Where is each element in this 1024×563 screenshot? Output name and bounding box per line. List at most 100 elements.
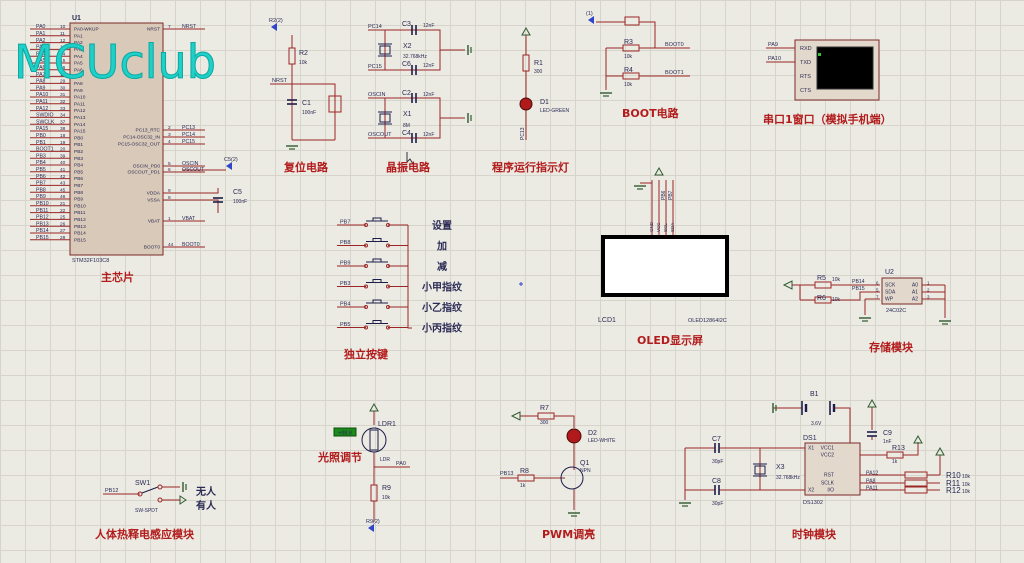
mcu-net-label: PB14	[36, 228, 49, 234]
oled-power-symbol	[654, 166, 664, 176]
mcu-net-label: PB10	[36, 201, 49, 207]
d2-value: LED-WHITE	[588, 438, 616, 444]
rtc-pullup-resistor	[904, 479, 928, 487]
mcu-pin-name: PB7	[74, 183, 83, 189]
reset-net-label: NRST	[272, 78, 288, 84]
eeprom-pin-name: SCK	[885, 283, 896, 289]
oled-net-label: PB7	[668, 190, 674, 200]
mcu-pin-name: PB13	[74, 224, 86, 230]
rtc-pullup-value: 10k	[962, 474, 971, 480]
mcu-net-label: PA3	[36, 45, 46, 51]
ldr-sensor	[361, 427, 387, 453]
mcu-net-label: PC15	[182, 139, 195, 145]
rtc-power-symbol	[913, 434, 923, 444]
c-value: 30pF	[712, 501, 723, 507]
wire	[834, 407, 851, 448]
r8-resistor	[517, 474, 535, 482]
mcu-pin-name: PB1	[74, 142, 83, 148]
mcu-pin-number: 13	[60, 45, 66, 51]
r13-resistor	[886, 451, 904, 459]
mcu-pin-name: OSCIN_PD0	[133, 164, 161, 170]
key-switch	[372, 238, 382, 242]
schematic-canvas[interactable]: { "watermark": "MCUclub", "mcu": { "ref"…	[0, 0, 1024, 563]
c8-ref: C8	[712, 478, 721, 485]
mcu-pin-number: 18	[60, 133, 66, 139]
mcu-pin-name: PA11	[74, 101, 85, 107]
rtc-power-symbol	[935, 446, 945, 456]
mcu-pin-number: 27	[60, 228, 66, 234]
key-net-label: PB9	[340, 261, 350, 267]
q1-value: NPN	[580, 468, 591, 474]
boot-net-label: BOOT0	[665, 42, 684, 48]
mcu-pin-number: 12	[60, 38, 66, 44]
oled-display	[601, 235, 729, 297]
rtc-pullup-value: 10k	[962, 482, 971, 488]
mcu-pin-name: PA6	[74, 67, 83, 73]
mcu-pin-name: PA7	[74, 74, 83, 80]
sw1-ref: SW1	[135, 480, 150, 487]
mcu-pin-name: PB10	[74, 203, 86, 209]
crosshair-cursor	[519, 282, 523, 286]
schematic: U1STM32F103C8PA0 10 PA0-WKUPPA1 11 PA1PA2 12 P…	[30, 11, 971, 532]
mcu-pin-number: 29	[60, 79, 66, 85]
ds1-pin-name: X2	[808, 488, 814, 494]
mcu-pin-number: 44	[168, 242, 174, 248]
led-power-symbol	[521, 26, 531, 36]
sw1-contact	[157, 497, 163, 503]
b1-value: 3.6V	[811, 421, 822, 427]
ds1-pin-name: VCC1	[821, 446, 835, 452]
mcu-net-label: PB13	[36, 221, 49, 227]
r1-value: 300	[534, 69, 543, 75]
key-function-label: 小甲指纹	[421, 281, 463, 294]
mcu-net-label: NRST	[182, 24, 197, 30]
mcu-pin-name: PB3	[74, 156, 83, 162]
r8-value: 1k	[520, 483, 526, 489]
oled-pin-name: VCC	[656, 222, 661, 232]
r1-resistor	[522, 54, 530, 72]
r2-ref: R2	[299, 50, 308, 57]
eeprom-part: 24C02C	[886, 308, 906, 314]
cap-value: 12nF	[423, 63, 434, 69]
x2-value: 32.768kHz	[403, 54, 427, 60]
mcu-net-label: PB7	[36, 181, 46, 187]
mcu-pin-name: PA15	[74, 129, 86, 135]
x3-value: 32.768kHz	[776, 475, 800, 481]
mcu-net-label: PA9	[36, 85, 46, 91]
r9-ref: R9	[382, 485, 391, 492]
mcu-net-label: PB8	[36, 187, 46, 193]
mcu-net-label: PB3	[36, 153, 46, 159]
mcu-pin-number: 1	[168, 216, 171, 222]
mcu-net-label: PB12	[36, 215, 49, 221]
r1-ref: R1	[534, 60, 543, 67]
c3-ref: C3	[402, 21, 411, 28]
mcu-pin-name: PA2	[74, 40, 83, 46]
c5-probe-label: C5(2)	[224, 157, 238, 163]
ds1-pin-name: SCLK	[821, 481, 835, 487]
r-value: 10k	[832, 297, 841, 303]
mcu-pin-number: 20	[60, 147, 66, 153]
crystal-net-label: PC14	[368, 24, 382, 30]
eeprom-pin-name: SDA	[885, 290, 896, 296]
mcu-net-label: PB0	[36, 133, 46, 139]
key-net-label: PB7	[340, 220, 350, 226]
mcu-pin-number: 28	[60, 235, 66, 241]
mcu-pin-number: 41	[60, 167, 66, 173]
ldr-sensor	[369, 429, 379, 451]
rtc-net-label: PA12	[866, 471, 878, 477]
mcu-pin-number: 22	[60, 208, 66, 214]
d1-value: LED-GREEN	[540, 108, 570, 114]
eeprom-power-symbol	[782, 280, 793, 290]
wire	[554, 415, 575, 428]
mcu-net-label: PB6	[36, 174, 46, 180]
ds1-pin-name: RST	[824, 473, 834, 479]
mcu-pin-number: 40	[60, 160, 66, 166]
mcu-net-label: PA7	[36, 72, 46, 78]
mcu-pin-name: OSCOUT_PD1	[127, 170, 160, 176]
r6-ref: R6	[817, 295, 826, 302]
pir-net-label: PB12	[105, 488, 118, 494]
ds1-pin-name: VCC2	[821, 453, 835, 459]
mcu-pin-name: PB15	[74, 237, 86, 243]
led-net-label: PC13	[520, 127, 526, 140]
c4-ref: C4	[402, 130, 411, 137]
sw1-part: SW-SPDT	[135, 508, 158, 514]
